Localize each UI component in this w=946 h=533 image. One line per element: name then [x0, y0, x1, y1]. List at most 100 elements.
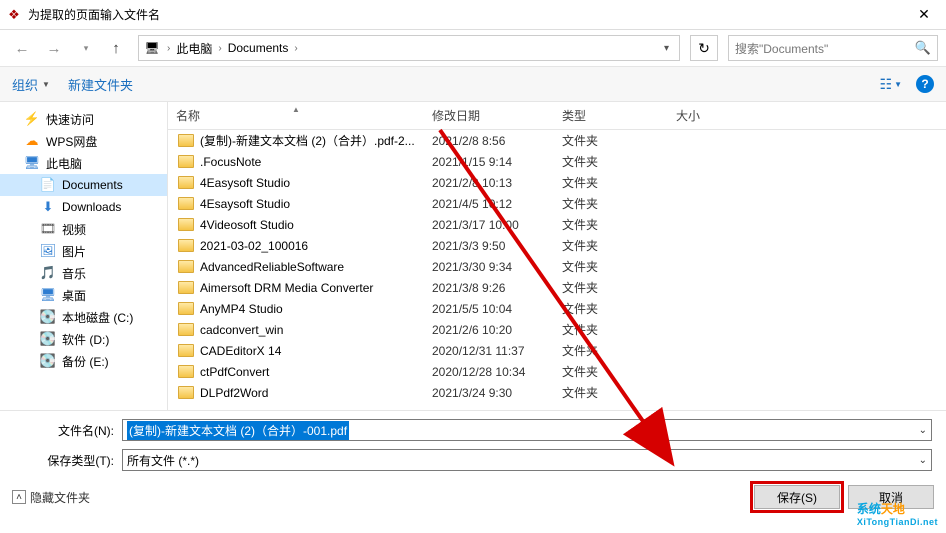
file-type: 文件夹 — [554, 321, 668, 338]
file-name: Aimersoft DRM Media Converter — [200, 281, 373, 295]
help-icon[interactable]: ? — [916, 75, 934, 93]
file-type: 文件夹 — [554, 174, 668, 191]
filename-value: (复制)-新建文本文档 (2)（合并）-001.pdf — [127, 421, 349, 440]
file-name: AnyMP4 Studio — [200, 302, 283, 316]
file-name: DLPdf2Word — [200, 386, 268, 400]
file-type: 文件夹 — [554, 300, 668, 317]
column-header-size[interactable]: 大小 — [668, 107, 946, 124]
file-date: 2020/12/28 10:34 — [424, 365, 554, 379]
sidebar-item[interactable]: 🖥此电脑 — [0, 152, 167, 174]
nav-recent-dropdown[interactable]: ▾ — [72, 34, 100, 62]
sidebar-item[interactable]: 🎵音乐 — [0, 262, 167, 284]
file-row[interactable]: cadconvert_win2021/2/6 10:20文件夹 — [168, 319, 946, 340]
chevron-up-icon: ˄ — [12, 490, 26, 504]
sidebar-icon: 📄 — [40, 177, 56, 193]
file-type: 文件夹 — [554, 258, 668, 275]
sidebar-label: 软件 (D:) — [62, 331, 109, 348]
window-title: 为提取的页面输入文件名 — [28, 6, 902, 23]
sidebar-item[interactable]: 💽本地磁盘 (C:) — [0, 306, 167, 328]
folder-icon — [178, 386, 194, 399]
column-header-type[interactable]: 类型 — [554, 107, 668, 124]
file-name: ctPdfConvert — [200, 365, 269, 379]
file-row[interactable]: CADEditorX 142020/12/31 11:37文件夹 — [168, 340, 946, 361]
nav-forward-button: → — [40, 34, 68, 62]
save-button[interactable]: 保存(S) — [754, 485, 840, 509]
sidebar-icon: 🖼 — [40, 243, 56, 259]
chevron-down-icon[interactable]: ▼ — [42, 80, 50, 89]
folder-icon — [178, 302, 194, 315]
folder-icon — [178, 239, 194, 252]
file-date: 2021/5/5 10:04 — [424, 302, 554, 316]
sidebar-label: 音乐 — [62, 265, 86, 282]
sidebar-item[interactable]: ⬇Downloads — [0, 196, 167, 218]
sidebar-icon: 🖥 — [40, 287, 56, 303]
chevron-down-icon[interactable]: ⌄ — [919, 425, 927, 436]
sidebar-icon: 🎞 — [40, 221, 56, 237]
file-type: 文件夹 — [554, 153, 668, 170]
filetype-label: 保存类型(T): — [12, 452, 122, 469]
sidebar-label: 备份 (E:) — [62, 353, 109, 370]
file-row[interactable]: 4Easysoft Studio2021/2/8 10:13文件夹 — [168, 172, 946, 193]
filetype-select[interactable]: 所有文件 (*.*) ⌄ — [122, 449, 932, 471]
address-bar[interactable]: 🖥 › 此电脑 › Documents › ▾ — [138, 35, 680, 61]
hide-folders-toggle[interactable]: ˄ 隐藏文件夹 — [12, 489, 90, 506]
file-date: 2021/3/17 10:00 — [424, 218, 554, 232]
file-date: 2021/2/8 10:13 — [424, 176, 554, 190]
address-dropdown-icon[interactable]: ▾ — [658, 43, 675, 54]
file-row[interactable]: 2021-03-02_100016 2021/3/3 9:50文件夹 — [168, 235, 946, 256]
file-name: 4Esaysoft Studio — [200, 197, 290, 211]
file-row[interactable]: .FocusNote2021/1/15 9:14文件夹 — [168, 151, 946, 172]
sidebar-item[interactable]: 💽备份 (E:) — [0, 350, 167, 372]
file-date: 2021/3/30 9:34 — [424, 260, 554, 274]
refresh-button[interactable]: ↻ — [690, 35, 718, 61]
sidebar-item[interactable]: 📄Documents — [0, 174, 167, 196]
sidebar-item[interactable]: ☁WPS网盘 — [0, 130, 167, 152]
sidebar-item[interactable]: 🖼图片 — [0, 240, 167, 262]
file-row[interactable]: DLPdf2Word2021/3/24 9:30文件夹 — [168, 382, 946, 403]
hide-folders-label: 隐藏文件夹 — [30, 489, 90, 506]
chevron-down-icon[interactable]: ⌄ — [919, 455, 927, 466]
file-row[interactable]: (复制)-新建文本文档 (2)（合并）.pdf-2...2021/2/8 8:5… — [168, 130, 946, 151]
file-date: 2021/3/24 9:30 — [424, 386, 554, 400]
search-input[interactable]: 搜索"Documents" 🔍 — [728, 35, 938, 61]
filename-input[interactable]: (复制)-新建文本文档 (2)（合并）-001.pdf ⌄ — [122, 419, 932, 441]
new-folder-button[interactable]: 新建文件夹 — [68, 75, 133, 94]
sidebar-item[interactable]: 💽软件 (D:) — [0, 328, 167, 350]
folder-icon — [178, 134, 194, 147]
column-header-name[interactable]: ▲名称 — [168, 107, 424, 124]
file-row[interactable]: Aimersoft DRM Media Converter2021/3/8 9:… — [168, 277, 946, 298]
breadcrumb-root[interactable]: 此电脑 — [172, 40, 216, 57]
file-row[interactable]: 4Esaysoft Studio 2021/4/5 10:12文件夹 — [168, 193, 946, 214]
file-type: 文件夹 — [554, 237, 668, 254]
view-mode-button[interactable]: ☷ ▼ — [880, 76, 902, 93]
file-name: 2021-03-02_100016 — [200, 239, 308, 253]
breadcrumb-folder[interactable]: Documents — [224, 41, 293, 55]
file-name: AdvancedReliableSoftware — [200, 260, 344, 274]
folder-icon — [178, 197, 194, 210]
sidebar-item[interactable]: 🖥桌面 — [0, 284, 167, 306]
nav-up-button[interactable]: ↑ — [104, 34, 128, 62]
sidebar-icon: ☁ — [24, 133, 40, 149]
sidebar-item[interactable]: 🎞 视频 — [0, 218, 167, 240]
folder-icon — [178, 365, 194, 378]
file-date: 2021/3/3 9:50 — [424, 239, 554, 253]
sidebar-icon: ⬇ — [40, 199, 56, 215]
file-date: 2021/4/5 10:12 — [424, 197, 554, 211]
file-row[interactable]: AdvancedReliableSoftware 2021/3/30 9:34文件… — [168, 256, 946, 277]
file-row[interactable]: ctPdfConvert 2020/12/28 10:34文件夹 — [168, 361, 946, 382]
file-type: 文件夹 — [554, 195, 668, 212]
file-row[interactable]: 4Videosoft Studio2021/3/17 10:00文件夹 — [168, 214, 946, 235]
nav-back-button[interactable]: ← — [8, 34, 36, 62]
sidebar-label: 快速访问 — [46, 111, 94, 128]
organize-button[interactable]: 组织 — [12, 75, 38, 94]
file-type: 文件夹 — [554, 216, 668, 233]
close-button[interactable]: ✕ — [902, 0, 946, 30]
column-header-date[interactable]: 修改日期 — [424, 107, 554, 124]
filetype-value: 所有文件 (*.*) — [127, 452, 199, 469]
file-date: 2020/12/31 11:37 — [424, 344, 554, 358]
file-type: 文件夹 — [554, 363, 668, 380]
sidebar-item[interactable]: ⚡快速访问 — [0, 108, 167, 130]
sidebar-label: 视频 — [62, 221, 86, 238]
folder-icon — [178, 218, 194, 231]
file-row[interactable]: AnyMP4 Studio 2021/5/5 10:04文件夹 — [168, 298, 946, 319]
